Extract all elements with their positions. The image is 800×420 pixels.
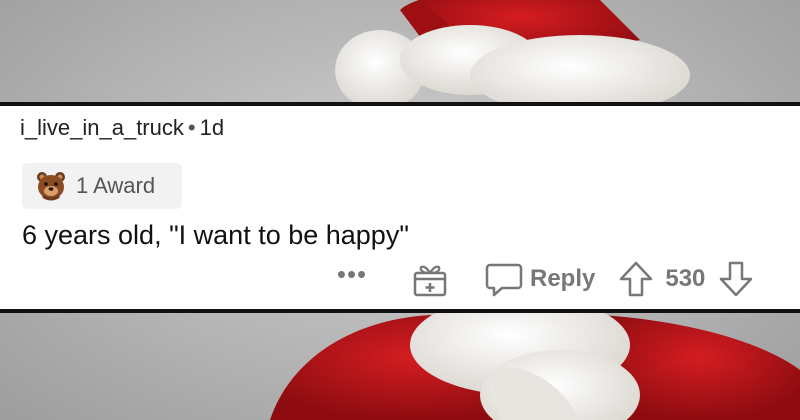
reply-label: Reply — [530, 265, 596, 292]
comment-meta: i_live_in_a_truck • 1d — [20, 115, 224, 141]
comment-body: 6 years old, "I want to be happy" — [22, 220, 409, 250]
more-options-button[interactable]: ••• — [330, 261, 374, 297]
arrow-up-icon[interactable] — [617, 259, 655, 299]
arrow-down-icon[interactable] — [717, 259, 755, 299]
award-badge[interactable]: 1 Award — [22, 163, 182, 209]
gift-icon[interactable] — [410, 259, 450, 299]
meta-separator: • — [187, 115, 196, 140]
reddit-comment-card: i_live_in_a_truck • 1d 1 Award 6 years old… — [0, 102, 800, 313]
comment-age[interactable]: 1d — [200, 115, 224, 140]
speech-bubble-icon — [485, 263, 523, 297]
award-count: 1 Award — [76, 173, 156, 198]
comment-actions: ••• Reply 530 — [330, 256, 790, 302]
vote-score: 530 — [665, 265, 706, 292]
username-link[interactable]: i_live_in_a_truck — [20, 115, 184, 140]
bear-award-icon — [37, 172, 65, 201]
reply-button[interactable]: Reply — [484, 259, 595, 299]
screenshot-scene: i_live_in_a_truck • 1d 1 Award 6 years old… — [0, 0, 800, 420]
vote-controls: 530 — [617, 259, 755, 299]
